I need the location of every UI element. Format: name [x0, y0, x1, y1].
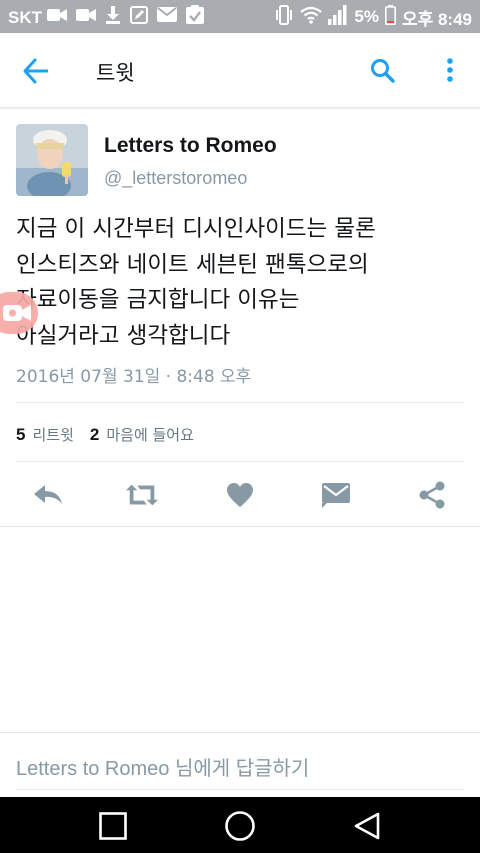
system-icons: 5% 오후 8:49 [274, 4, 472, 30]
heart-icon[interactable] [223, 480, 257, 510]
back-arrow-icon[interactable] [22, 57, 52, 85]
author-name[interactable]: Letters to Romeo [104, 134, 277, 158]
direct-message-icon[interactable] [319, 480, 353, 510]
divider [0, 732, 480, 733]
divider [16, 461, 464, 462]
tweet-text-line: 자료이동을 금지합니다 이유는 [16, 287, 300, 313]
video-camera-icon [76, 8, 96, 27]
page-title: 트윗 [96, 61, 135, 85]
recents-square-icon[interactable] [96, 809, 130, 843]
video-camera-icon [47, 8, 67, 27]
tweet-text-line: 아실거라고 생각합니다 [16, 322, 231, 349]
battery-percent: 5% [354, 7, 379, 26]
vibrate-icon [274, 4, 294, 30]
author-handle[interactable]: @_letterstoromeo [104, 168, 247, 189]
clipboard-check-icon [186, 5, 204, 29]
tweet-actions [0, 472, 480, 518]
retweet-icon[interactable] [125, 480, 159, 510]
tweet-timestamp: 2016년 07월 31일 · 8:48 오후 [16, 367, 252, 387]
edit-icon [130, 5, 148, 29]
video-record-icon [3, 304, 31, 326]
tweet-text-line: 지금 이 시간부터 디시인사이드는 물론 [16, 216, 376, 242]
signal-icon [328, 4, 348, 30]
reply-input[interactable]: Letters to Romeo 님에게 답글하기 [16, 752, 309, 781]
avatar[interactable] [16, 124, 88, 196]
home-circle-icon[interactable] [223, 809, 257, 843]
reply-icon[interactable] [31, 480, 65, 510]
tweet-stats: 5 리트윗 2 마음에 들어요 [16, 424, 210, 445]
carrier-label: SKT [8, 8, 42, 27]
status-bar: SKT 5% 오후 8:49 [0, 0, 480, 33]
divider [0, 526, 480, 527]
like-count[interactable]: 2 [90, 425, 99, 445]
download-icon [105, 5, 121, 29]
like-label[interactable]: 마음에 들어요 [106, 424, 194, 445]
battery-icon [384, 4, 396, 30]
wifi-icon [300, 6, 323, 29]
retweet-label[interactable]: 리트윗 [32, 424, 73, 445]
tweet-text: 지금 이 시간부터 디시인사이드는 물론 인스티즈와 네이트 세븐틴 팬톡으로의… [16, 212, 456, 354]
tweet-text-line: 인스티즈와 네이트 세븐틴 팬톡으로의 [16, 251, 369, 278]
divider [16, 402, 464, 403]
navigation-bar [0, 797, 480, 853]
status-time: 오후 8:49 [401, 9, 472, 29]
reply-input-underline [16, 789, 464, 790]
back-triangle-icon[interactable] [350, 809, 384, 843]
share-icon[interactable] [415, 480, 449, 510]
more-vert-icon[interactable] [440, 57, 460, 85]
app-bar: 트윗 [0, 33, 480, 108]
notification-icons [47, 5, 204, 29]
search-icon[interactable] [370, 58, 396, 84]
mail-icon [157, 7, 177, 27]
retweet-count[interactable]: 5 [16, 425, 25, 445]
